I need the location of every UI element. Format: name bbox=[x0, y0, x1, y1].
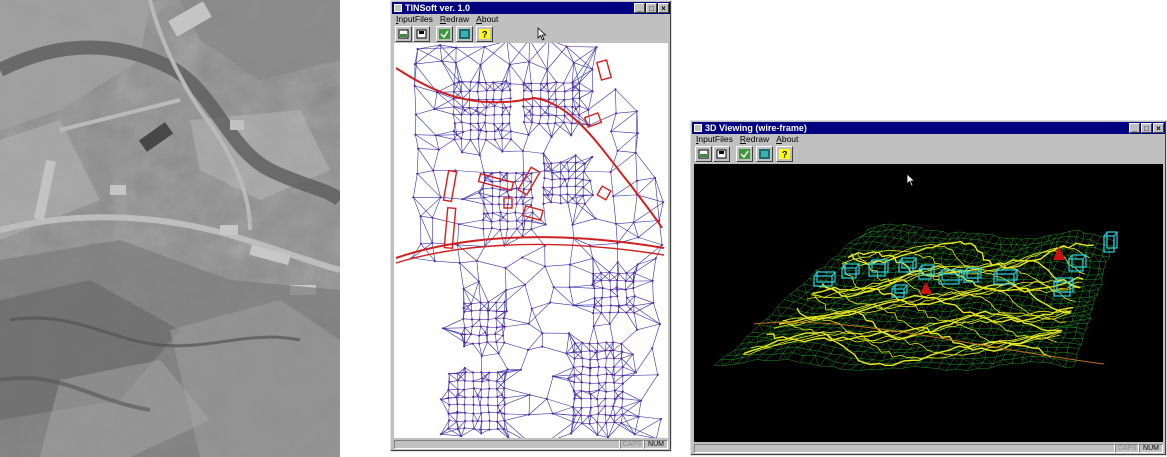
maximize-button[interactable]: □ bbox=[646, 3, 657, 13]
tin-canvas[interactable] bbox=[394, 43, 668, 438]
3d-viewing-toolbar: ? bbox=[692, 145, 1165, 163]
wireframe-terrain bbox=[713, 223, 1118, 372]
tinsoft-window: TINSoft ver. 1.0 _ □ × InputFiles Redraw A… bbox=[390, 0, 672, 452]
caps-indicator: CAPS bbox=[1115, 444, 1139, 453]
terrain-mesh bbox=[713, 223, 1114, 372]
check-icon bbox=[439, 29, 450, 39]
aerial-photo-image bbox=[0, 0, 340, 457]
close-button[interactable]: × bbox=[1153, 123, 1164, 133]
num-indicator: NUM bbox=[1139, 444, 1163, 453]
minimize-button[interactable]: _ bbox=[1129, 123, 1140, 133]
help-icon: ? bbox=[479, 29, 490, 39]
num-indicator: NUM bbox=[644, 440, 668, 449]
mouse-cursor-icon bbox=[906, 173, 916, 187]
open-file-button[interactable] bbox=[695, 146, 712, 162]
check-icon bbox=[739, 149, 750, 159]
status-message-pane bbox=[694, 444, 1115, 453]
open-file-icon bbox=[698, 149, 709, 159]
minimize-button[interactable]: _ bbox=[634, 3, 645, 13]
help-icon: ? bbox=[779, 149, 790, 159]
menu-redraw[interactable]: Redraw bbox=[740, 134, 769, 145]
save-file-button[interactable] bbox=[713, 146, 730, 162]
open-file-button[interactable] bbox=[395, 26, 412, 42]
check-button[interactable] bbox=[436, 26, 453, 42]
terrain-icon bbox=[459, 29, 470, 39]
menu-inputfiles[interactable]: InputFiles bbox=[696, 134, 733, 145]
3d-viewing-title-bar[interactable]: 3D Viewing (wire-frame) _ □ × bbox=[692, 122, 1165, 134]
3d-viewing-window-title: 3D Viewing (wire-frame) bbox=[705, 123, 807, 133]
tinsoft-menu-bar: InputFiles Redraw About bbox=[392, 14, 670, 25]
terrain-button[interactable] bbox=[756, 146, 773, 162]
tinsoft-title-bar[interactable]: TINSoft ver. 1.0 _ □ × bbox=[392, 2, 670, 14]
close-button[interactable]: × bbox=[658, 3, 669, 13]
tin-edges bbox=[411, 43, 664, 438]
help-button[interactable]: ? bbox=[776, 146, 793, 162]
app-icon[interactable] bbox=[394, 4, 402, 12]
3d-viewing-status-bar: CAPS NUM bbox=[692, 443, 1165, 454]
menu-about[interactable]: About bbox=[776, 134, 798, 145]
caps-indicator: CAPS bbox=[620, 440, 644, 449]
svg-text:?: ? bbox=[782, 150, 788, 160]
tinsoft-window-title: TINSoft ver. 1.0 bbox=[405, 3, 471, 13]
save-file-button[interactable] bbox=[413, 26, 430, 42]
mouse-cursor-icon bbox=[537, 27, 547, 41]
tin-mesh bbox=[395, 43, 665, 438]
menu-redraw[interactable]: Redraw bbox=[440, 14, 469, 25]
terrain-icon bbox=[759, 149, 770, 159]
3d-viewing-menu-bar: InputFiles Redraw About bbox=[692, 134, 1165, 145]
svg-text:?: ? bbox=[482, 30, 488, 40]
open-file-icon bbox=[398, 29, 409, 39]
save-file-icon bbox=[416, 29, 427, 39]
3d-viewing-window: 3D Viewing (wire-frame) _ □ × InputFiles… bbox=[690, 120, 1167, 456]
wireframe-canvas[interactable] bbox=[694, 164, 1163, 442]
menu-about[interactable]: About bbox=[476, 14, 498, 25]
terrain-button[interactable] bbox=[456, 26, 473, 42]
status-message-pane bbox=[394, 440, 620, 449]
app-icon[interactable] bbox=[694, 124, 702, 132]
maximize-button[interactable]: □ bbox=[1141, 123, 1152, 133]
check-button[interactable] bbox=[736, 146, 753, 162]
save-file-icon bbox=[716, 149, 727, 159]
tinsoft-status-bar: CAPS NUM bbox=[392, 439, 670, 450]
help-button[interactable]: ? bbox=[476, 26, 493, 42]
menu-inputfiles[interactable]: InputFiles bbox=[396, 14, 433, 25]
aerial-photo bbox=[0, 0, 340, 457]
tin-breaklines bbox=[395, 59, 665, 264]
tinsoft-toolbar: ? bbox=[392, 25, 670, 43]
